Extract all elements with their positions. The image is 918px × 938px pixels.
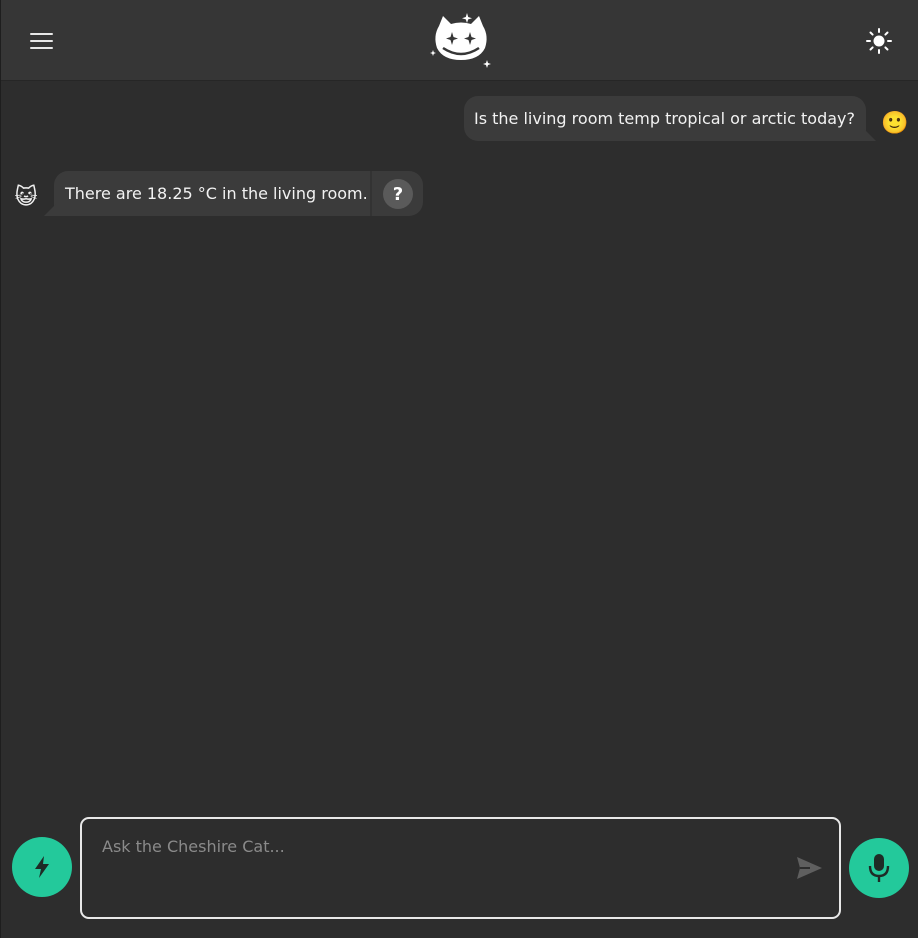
hamburger-menu-icon[interactable]: [30, 33, 54, 51]
cat-avatar-icon: 😺: [14, 185, 38, 210]
user-message-text: Is the living room temp tropical or arct…: [474, 109, 855, 128]
app-window: Is the living room temp tropical or arct…: [0, 0, 918, 938]
message-input-box: [80, 817, 841, 919]
top-navbar: [1, 0, 918, 81]
bubble-tail: [44, 204, 56, 216]
bolt-button[interactable]: [12, 837, 72, 897]
message-input[interactable]: [82, 819, 839, 917]
bubble-tail: [863, 129, 876, 141]
why-question-button[interactable]: ?: [383, 179, 413, 209]
cat-message-bubble: There are 18.25 °C in the living room. ?: [44, 171, 423, 216]
bubble-divider: [370, 171, 372, 216]
microphone-icon: [868, 854, 890, 882]
user-avatar-icon: 🙂: [881, 111, 909, 136]
user-message-bubble: Is the living room temp tropical or arct…: [464, 96, 876, 141]
microphone-button[interactable]: [849, 838, 909, 898]
bolt-icon: [35, 856, 49, 878]
cat-message-text: There are 18.25 °C in the living room.: [65, 184, 368, 203]
cheshire-cat-logo-icon[interactable]: [427, 12, 495, 72]
sun-icon[interactable]: [865, 27, 893, 55]
send-icon[interactable]: [794, 853, 824, 883]
